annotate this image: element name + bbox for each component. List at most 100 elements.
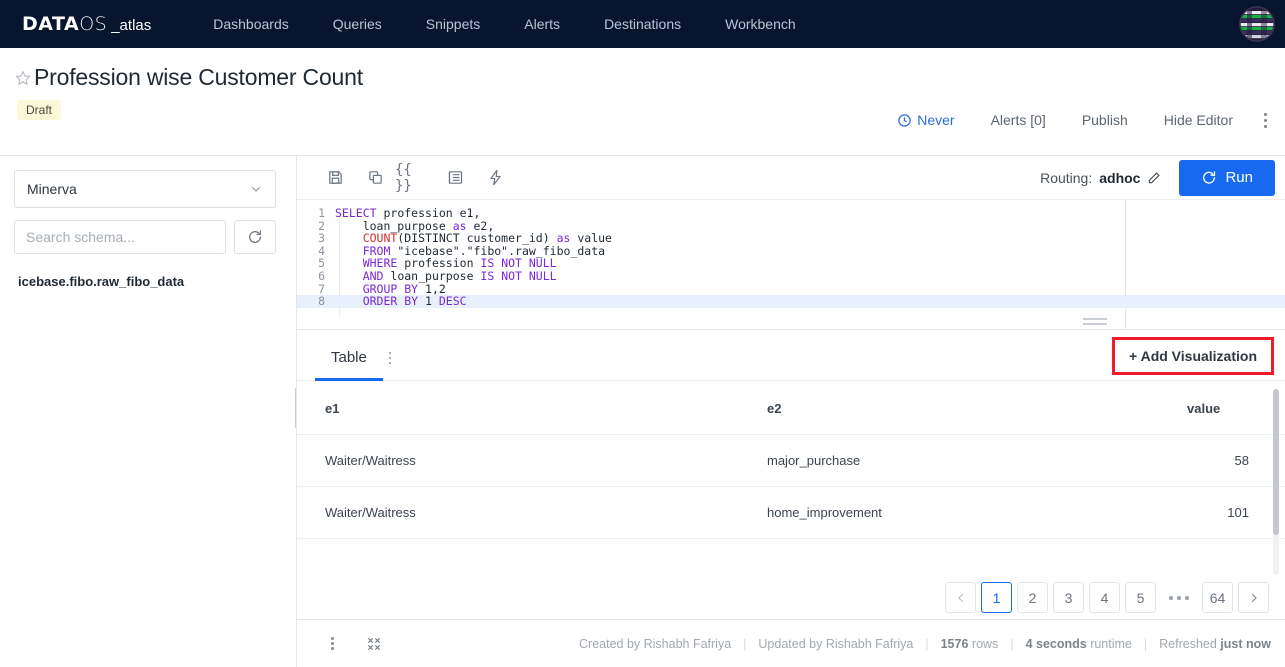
status-badge: Draft bbox=[17, 100, 62, 120]
routing-value: adhoc bbox=[1099, 169, 1141, 186]
alerts-button[interactable]: Alerts [0] bbox=[973, 112, 1064, 128]
main-body: Minerva icebase.fibo.raw_fibo_data bbox=[0, 156, 1285, 667]
cell-value: 58 bbox=[1187, 434, 1285, 487]
results-tabs: Table + Add Visualization bbox=[297, 330, 1285, 381]
lightning-icon[interactable] bbox=[475, 163, 515, 193]
nav-item-dashboards[interactable]: Dashboards bbox=[191, 0, 311, 48]
results-scrollbar-thumb[interactable] bbox=[1273, 389, 1279, 535]
schedule-label: Never bbox=[917, 112, 955, 128]
line-number: 5 bbox=[318, 256, 325, 271]
cell-e2: major_purchase bbox=[767, 434, 1187, 487]
schedule-button[interactable]: Never bbox=[879, 112, 972, 128]
star-outline-icon[interactable] bbox=[14, 69, 32, 87]
schema-search-row bbox=[14, 220, 276, 254]
pagination-next[interactable] bbox=[1238, 582, 1269, 613]
column-header-e2[interactable]: e2 bbox=[767, 381, 1187, 435]
sql-editor[interactable]: 1 SELECT profession e1, 2 loan_purpose as … bbox=[297, 200, 1285, 330]
page-header: Profession wise Customer Count Draft Nev… bbox=[0, 48, 1285, 156]
app-logo[interactable]: DATA OS _atlas bbox=[22, 13, 151, 35]
logo-text-atlas: _atlas bbox=[111, 17, 152, 34]
line-number: 6 bbox=[318, 268, 325, 283]
page-title: Profession wise Customer Count bbox=[34, 64, 363, 90]
cell-value: 101 bbox=[1187, 486, 1285, 539]
run-button[interactable]: Run bbox=[1179, 159, 1275, 196]
chevron-down-icon bbox=[249, 182, 263, 196]
schema-sidebar: Minerva icebase.fibo.raw_fibo_data bbox=[0, 156, 298, 667]
routing-info: Routing: adhoc bbox=[1040, 170, 1161, 186]
header-more-menu-icon[interactable] bbox=[1251, 112, 1271, 128]
braces-icon[interactable]: {{ }} bbox=[395, 162, 435, 194]
pagination-page-5[interactable]: 5 bbox=[1125, 582, 1156, 613]
editor-resize-handle[interactable] bbox=[1083, 318, 1107, 325]
line-number: 1 bbox=[318, 206, 325, 220]
nav-item-workbench[interactable]: Workbench bbox=[703, 0, 818, 48]
schema-list: icebase.fibo.raw_fibo_data bbox=[14, 272, 276, 291]
query-footer: Created by Rishabh Fafriya | Updated by … bbox=[297, 619, 1285, 667]
title-row: Profession wise Customer Count bbox=[0, 48, 1285, 91]
pagination-last-page[interactable]: 64 bbox=[1202, 582, 1233, 613]
column-header-value[interactable]: value bbox=[1187, 381, 1285, 435]
pagination-page-3[interactable]: 3 bbox=[1053, 582, 1084, 613]
publish-button[interactable]: Publish bbox=[1064, 112, 1146, 128]
nav-item-destinations[interactable]: Destinations bbox=[582, 0, 703, 48]
add-visualization-button[interactable]: + Add Visualization bbox=[1112, 337, 1274, 375]
table-row: Waiter/Waitress major_purchase 58 bbox=[297, 434, 1285, 487]
code-text: ORDER BY 1 DESC bbox=[362, 294, 467, 309]
divider: | bbox=[1010, 636, 1014, 651]
tab-table[interactable]: Table bbox=[315, 349, 383, 381]
pencil-icon[interactable] bbox=[1147, 171, 1161, 185]
cell-e2: home_improvement bbox=[767, 486, 1187, 539]
divider: | bbox=[925, 636, 929, 651]
nav-item-queries[interactable]: Queries bbox=[311, 0, 404, 48]
pagination: 1 2 3 4 5 64 bbox=[945, 582, 1269, 613]
results-table: e1 e2 value Waiter/Waitress major_purcha… bbox=[297, 381, 1285, 539]
format-icon[interactable] bbox=[435, 163, 475, 193]
column-header-e1[interactable]: e1 bbox=[297, 381, 767, 435]
line-number: 7 bbox=[318, 281, 325, 296]
collapse-arrows-icon[interactable] bbox=[350, 636, 398, 652]
pagination-ellipsis bbox=[1161, 595, 1197, 600]
results-area: e1 e2 value Waiter/Waitress major_purcha… bbox=[297, 381, 1285, 619]
runtime-info: 4 seconds runtime bbox=[1025, 636, 1132, 651]
chevron-right-icon bbox=[1248, 592, 1260, 604]
editor-toolbar: {{ }} Routing: adhoc Run bbox=[297, 156, 1285, 200]
refresh-icon bbox=[247, 229, 263, 245]
line-number: 3 bbox=[318, 231, 325, 246]
sql-code-area[interactable]: 1 SELECT profession e1, 2 loan_purpose as … bbox=[297, 200, 1285, 308]
line-number: 2 bbox=[318, 218, 325, 233]
footer-menu-icon[interactable] bbox=[315, 637, 350, 650]
refreshed-info: Refreshed just now bbox=[1159, 636, 1271, 651]
code-line[interactable]: 8 ORDER BY 1 DESC bbox=[297, 295, 1285, 308]
clock-icon bbox=[897, 113, 912, 128]
refresh-run-icon bbox=[1201, 170, 1217, 186]
table-header-row: e1 e2 value bbox=[297, 381, 1285, 435]
refresh-schema-button[interactable] bbox=[234, 220, 276, 254]
chevron-left-icon bbox=[955, 592, 967, 604]
divider: | bbox=[1143, 636, 1148, 651]
user-avatar[interactable] bbox=[1239, 6, 1275, 42]
search-input[interactable] bbox=[14, 220, 226, 254]
divider: | bbox=[743, 636, 747, 651]
schema-list-item[interactable]: icebase.fibo.raw_fibo_data bbox=[14, 272, 276, 291]
save-icon[interactable] bbox=[315, 163, 355, 193]
pagination-page-4[interactable]: 4 bbox=[1089, 582, 1120, 613]
copy-icon[interactable] bbox=[355, 163, 395, 193]
created-by: Created by Rishabh Fafriya bbox=[579, 636, 732, 651]
rows-info: 1576 rows bbox=[940, 636, 999, 651]
nav-item-alerts[interactable]: Alerts bbox=[502, 0, 582, 48]
pagination-prev[interactable] bbox=[945, 582, 976, 613]
pagination-page-1[interactable]: 1 bbox=[981, 582, 1012, 613]
cell-e1: Waiter/Waitress bbox=[297, 434, 767, 487]
results-scrollbar[interactable] bbox=[1273, 389, 1279, 575]
hide-editor-button[interactable]: Hide Editor bbox=[1146, 112, 1251, 128]
nav-item-snippets[interactable]: Snippets bbox=[404, 0, 502, 48]
footer-metadata: Created by Rishabh Fafriya | Updated by … bbox=[579, 637, 1271, 651]
line-number: 8 bbox=[318, 294, 325, 309]
pagination-page-2[interactable]: 2 bbox=[1017, 582, 1048, 613]
header-actions: Never Alerts [0] Publish Hide Editor bbox=[879, 112, 1271, 128]
datasource-select[interactable]: Minerva bbox=[14, 170, 276, 208]
run-label: Run bbox=[1225, 169, 1253, 186]
line-number: 4 bbox=[318, 243, 325, 258]
tab-menu-icon[interactable] bbox=[383, 351, 400, 381]
updated-by: Updated by Rishabh Fafriya bbox=[758, 636, 914, 651]
